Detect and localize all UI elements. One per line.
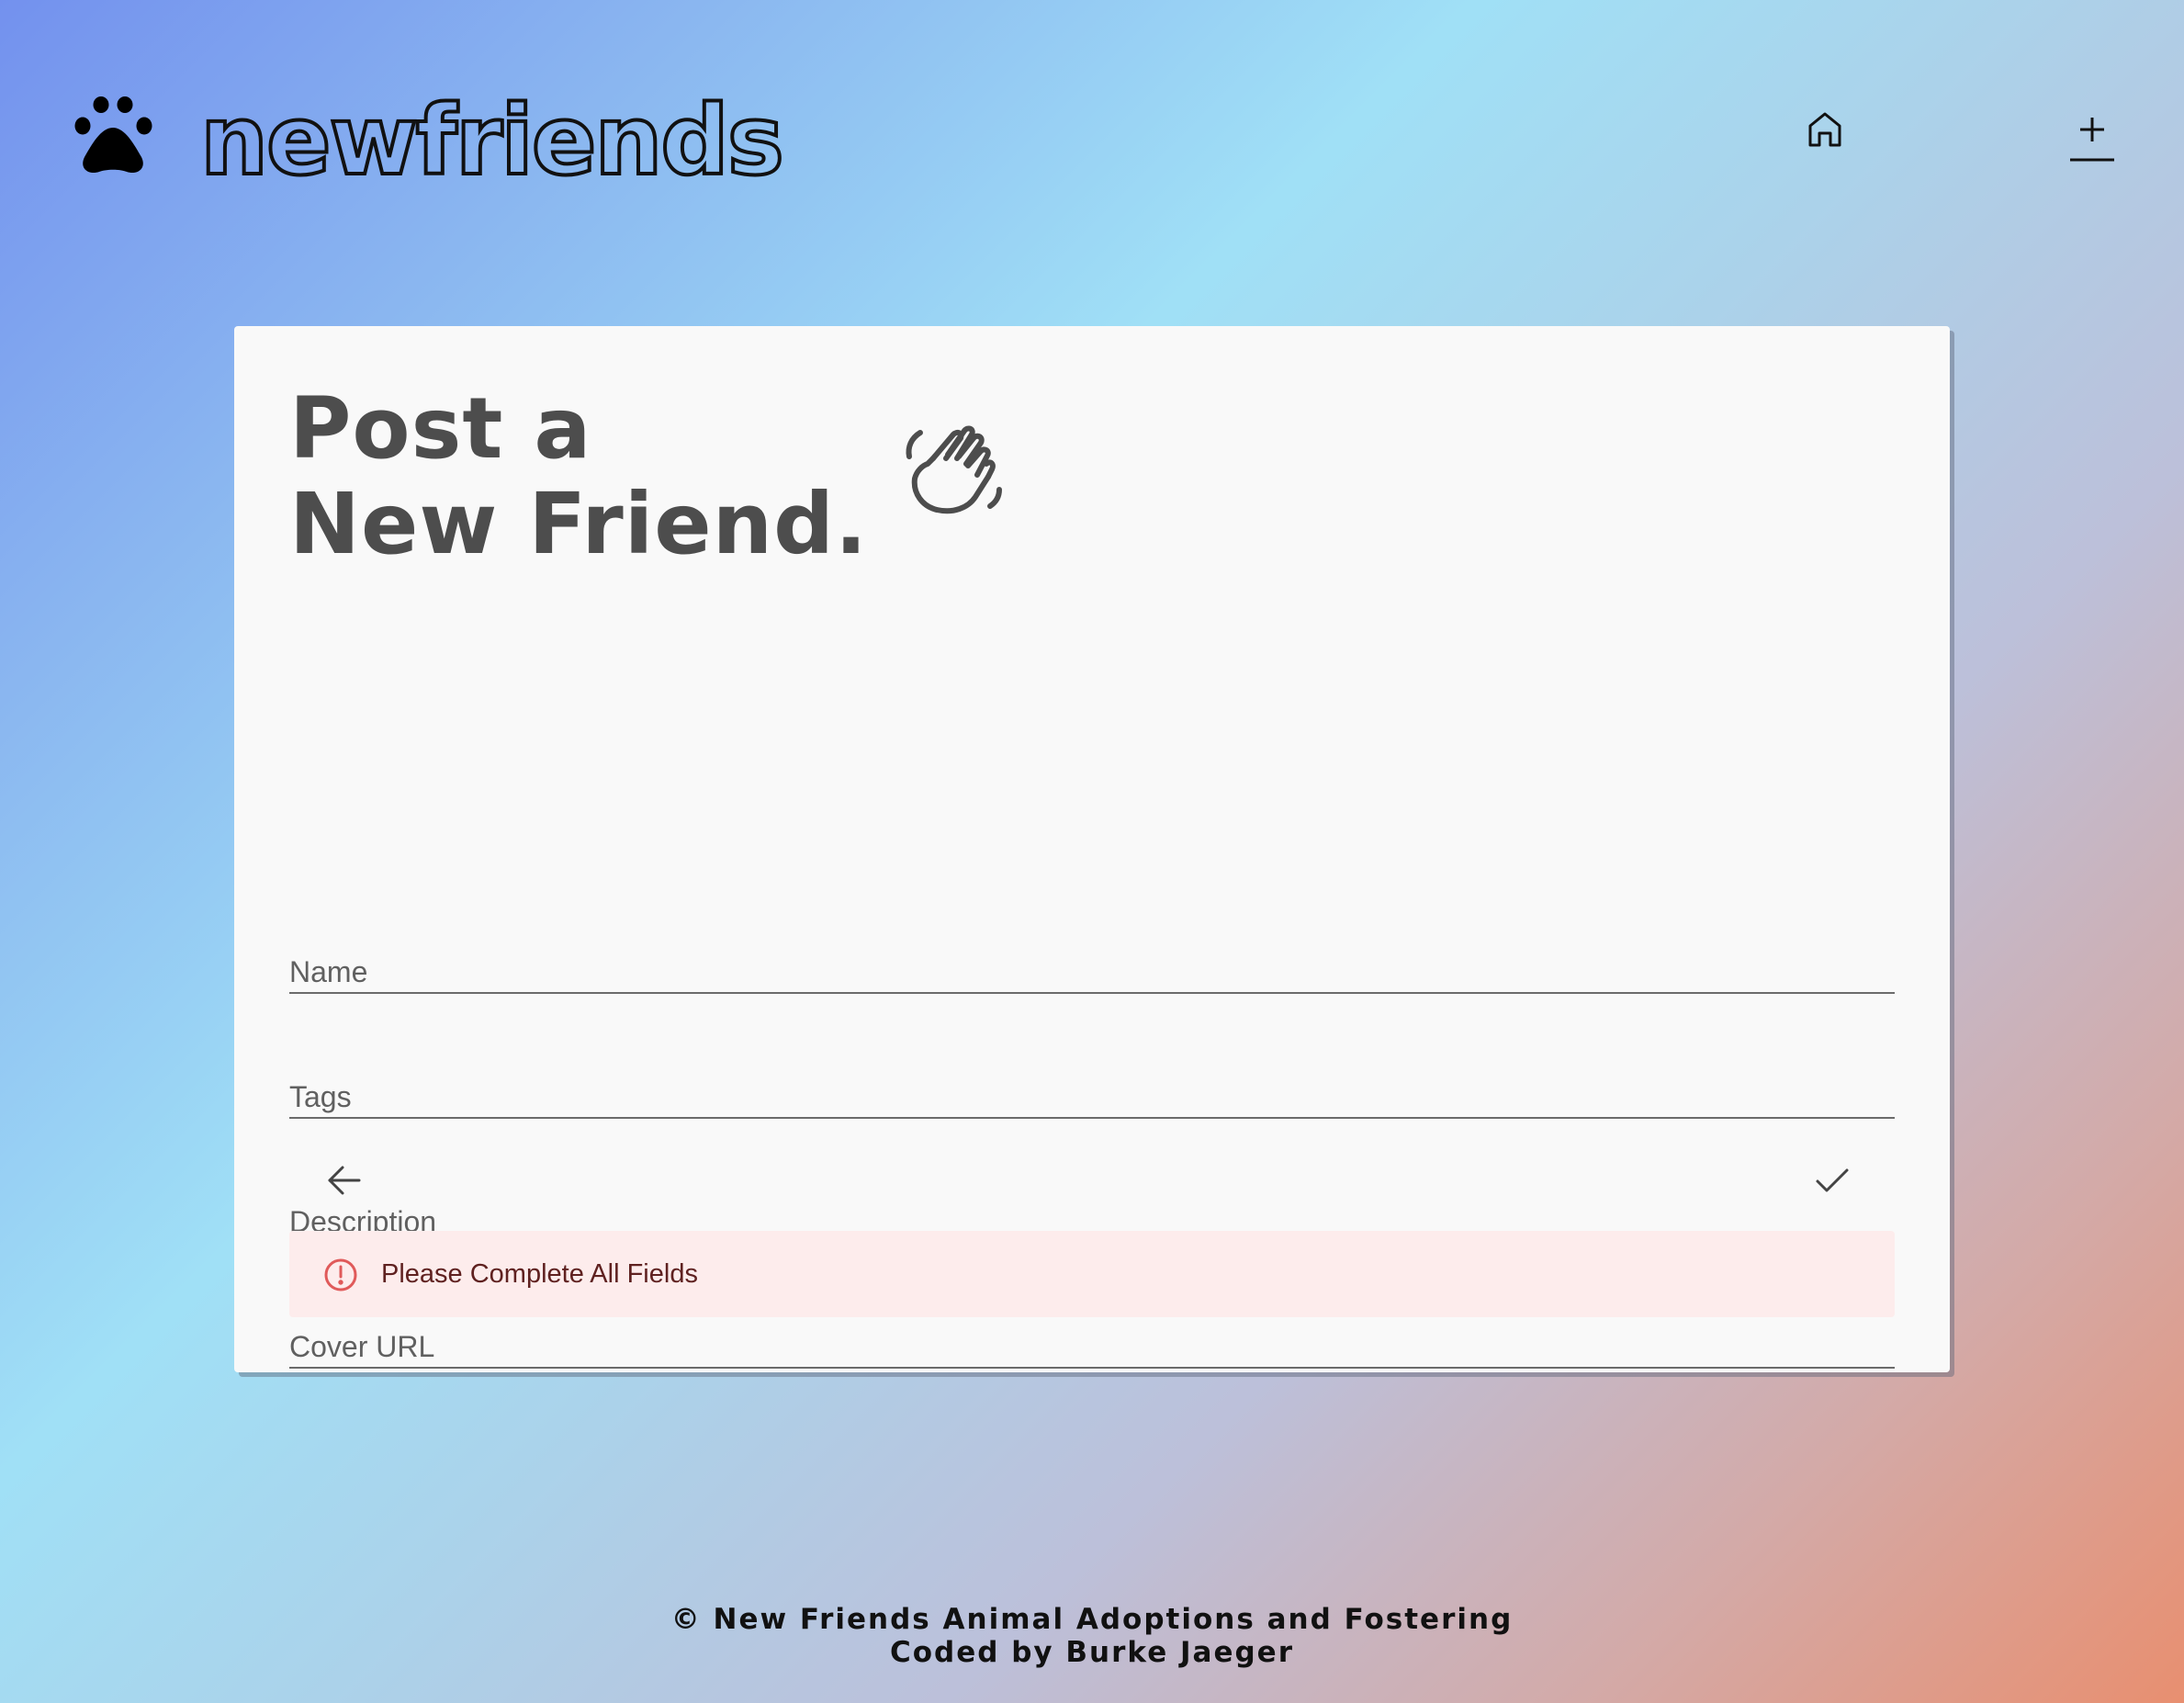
app-header: newfriends: [0, 0, 2184, 276]
footer-credits: Coded by Burke Jaeger: [889, 1636, 1294, 1669]
footer: © New Friends Animal Adoptions and Foste…: [0, 1603, 2184, 1669]
arrow-left-icon[interactable]: [317, 1153, 372, 1208]
error-alert: Please Complete All Fields: [289, 1231, 1895, 1317]
check-icon[interactable]: [1805, 1153, 1860, 1208]
title-line-1: Post a: [289, 379, 592, 478]
alert-message: Please Complete All Fields: [381, 1259, 698, 1289]
name-input[interactable]: [289, 928, 1895, 992]
page-title: Post a New Friend.: [289, 381, 868, 572]
paw-icon: [74, 96, 152, 174]
post-friend-card: Post a New Friend. Please Co: [234, 326, 1950, 1372]
error-outline-icon: [324, 1258, 357, 1291]
footer-copyright: © New Friends Animal Adoptions and Foste…: [670, 1603, 1514, 1636]
tags-field[interactable]: [289, 1053, 1895, 1119]
add-icon[interactable]: [2068, 108, 2116, 167]
logo-text[interactable]: newfriends: [198, 81, 786, 200]
name-field[interactable]: [289, 928, 1895, 994]
home-icon[interactable]: [1804, 108, 1846, 151]
title-line-2: New Friend.: [289, 475, 868, 573]
waving-hand-icon: [906, 425, 1002, 514]
tags-input[interactable]: [289, 1053, 1895, 1117]
